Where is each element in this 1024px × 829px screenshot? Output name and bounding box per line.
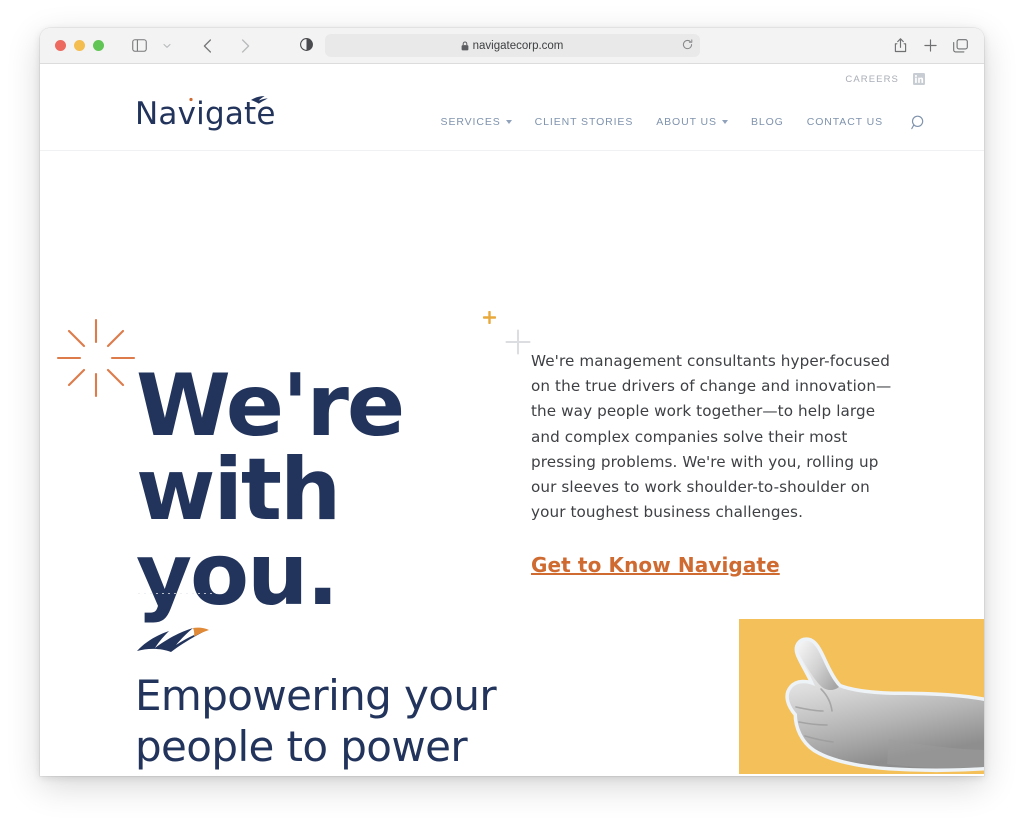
section-two: Empowering your people to power [40, 619, 984, 776]
forward-button[interactable] [232, 33, 258, 59]
navigation-buttons [126, 33, 258, 59]
back-button[interactable] [194, 33, 220, 59]
linkedin-icon[interactable] [913, 73, 925, 85]
hero-headline: We're with you. [136, 363, 566, 618]
chevron-down-icon [721, 120, 728, 124]
nav-item-about-us[interactable]: ABOUT US [656, 116, 728, 128]
thumbs-up-hand-icon [785, 637, 984, 772]
chevron-down-icon [505, 120, 512, 124]
url-display: navigatecorp.com [461, 39, 564, 52]
site-logo[interactable]: Navigate [135, 90, 295, 136]
traffic-lights [40, 40, 104, 51]
nav-item-services[interactable]: SERVICES [441, 116, 512, 128]
minimize-window-button[interactable] [74, 40, 85, 51]
maximize-window-button[interactable] [93, 40, 104, 51]
nav-item-client-stories[interactable]: CLIENT STORIES [535, 116, 634, 128]
browser-toolbar: navigatecorp.com [40, 28, 984, 64]
hero-headline-line-2: with you. [136, 440, 341, 625]
toolbar-right-actions [888, 34, 972, 58]
search-icon[interactable] [911, 115, 926, 130]
main-navigation: SERVICES CLIENT STORIES ABOUT US BLOG CO… [441, 115, 926, 130]
starburst-icon [55, 317, 137, 404]
get-to-know-navigate-link[interactable]: Get to Know Navigate [531, 553, 780, 577]
lock-icon [461, 41, 469, 51]
page-viewport: CAREERS Navigate SERVICES CLIENT STORIES… [40, 64, 984, 776]
nav-item-contact-us[interactable]: CONTACT US [807, 116, 883, 128]
site-header: Navigate SERVICES CLIENT STORIES ABOUT U… [40, 94, 984, 151]
sidebar-toggle-button[interactable] [126, 33, 152, 59]
nav-item-blog[interactable]: BLOG [751, 116, 784, 128]
nav-label: SERVICES [440, 116, 501, 128]
thumbs-up-image-card [739, 619, 984, 774]
plus-icon-grey [505, 329, 531, 360]
careers-link[interactable]: CAREERS [845, 74, 899, 85]
url-text: navigatecorp.com [472, 39, 564, 52]
hero-paragraph: We're management consultants hyper-focus… [531, 352, 892, 522]
nav-label: CONTACT US [806, 116, 883, 128]
bird-icon [135, 615, 217, 662]
dotted-divider [136, 593, 220, 594]
hero-body: We're management consultants hyper-focus… [531, 349, 893, 577]
hero-section: We're with you. We're management consult… [40, 151, 984, 621]
reader-mode-icon[interactable] [296, 34, 316, 54]
browser-window: navigatecorp.com CAREERS Navigate SERVIC… [40, 28, 984, 776]
tab-overview-icon[interactable] [948, 34, 972, 58]
reload-icon[interactable] [682, 37, 693, 55]
close-window-button[interactable] [55, 40, 66, 51]
share-icon[interactable] [888, 34, 912, 58]
new-tab-plus-icon[interactable] [918, 34, 942, 58]
nav-label: BLOG [750, 116, 784, 128]
nav-label: CLIENT STORIES [534, 116, 634, 128]
plus-icon-gold [482, 310, 497, 329]
address-bar[interactable]: navigatecorp.com [324, 34, 700, 57]
section-two-headline: Empowering your people to power [135, 671, 497, 771]
nav-label: ABOUT US [656, 116, 717, 128]
sidebar-chevron-down-icon[interactable] [154, 33, 180, 59]
